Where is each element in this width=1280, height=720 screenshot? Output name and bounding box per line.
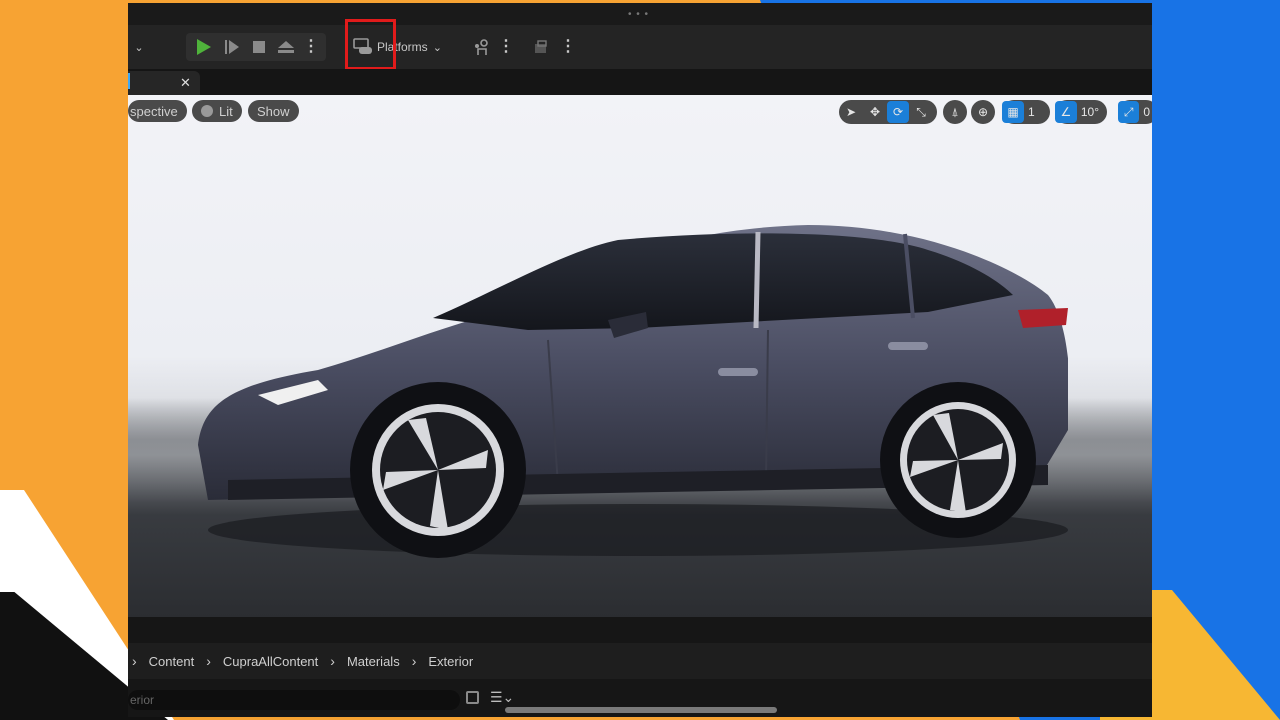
chevron-right-icon: › [411, 653, 417, 669]
breadcrumb-materials[interactable]: Materials [347, 654, 400, 669]
content-browser: › Content › CupraAllContent › Materials … [128, 617, 1152, 717]
grid-icon: ▦ [1007, 105, 1019, 119]
show-dropdown[interactable]: Show [248, 100, 299, 122]
grid-snap-value: 1 [1028, 105, 1035, 119]
more-options-icon: ⋮ [303, 38, 319, 55]
lit-mode-dropdown[interactable]: Lit [192, 100, 242, 122]
unreal-editor-window: • • • ⌄ ⋮ Platforms ⌄ ⋮ ⋮ ✕ spective Lit… [128, 3, 1152, 717]
breadcrumb-exterior[interactable]: Exterior [428, 654, 473, 669]
camera-speed-control[interactable]: ⤢ 0 [1118, 100, 1152, 124]
rotate-icon: ⟳ [892, 105, 904, 119]
mode-dropdown[interactable]: ⌄ [128, 35, 150, 59]
world-icon: ⊕ [977, 105, 989, 119]
breadcrumb-content[interactable]: Content [149, 654, 195, 669]
stop-icon [253, 41, 265, 53]
more-options-icon: ⋮ [498, 38, 514, 55]
angle-icon: ∠ [1060, 105, 1072, 119]
transform-tools-group: ➤ ✥ ⟳ ⤡ [839, 100, 937, 124]
main-toolbar: ⌄ ⋮ Platforms ⌄ ⋮ ⋮ [128, 25, 1152, 69]
scale-icon: ⤡ [916, 104, 926, 119]
search-input[interactable]: erior [128, 690, 460, 710]
world-local-toggle[interactable]: ⊕ [971, 100, 995, 124]
play-button[interactable] [192, 35, 216, 59]
drag-handle-icon[interactable]: • • • [628, 9, 649, 20]
chevron-down-icon: ⌄ [432, 41, 442, 54]
lit-label: Lit [219, 103, 233, 119]
scale-tool-button[interactable]: ⤡ [909, 100, 933, 124]
source-control-button[interactable] [531, 35, 551, 59]
settings-button[interactable] [471, 35, 493, 59]
show-label: Show [257, 103, 290, 119]
translate-tool-button[interactable]: ✥ [863, 100, 887, 124]
select-icon: ➤ [845, 105, 857, 119]
source-control-options-button[interactable]: ⋮ [560, 35, 576, 59]
rotation-snap-value: 10° [1080, 105, 1099, 119]
platforms-highlight-box [345, 19, 396, 70]
advance-frame-button[interactable] [220, 35, 244, 59]
camera-speed-icon: ⤢ [1123, 104, 1134, 119]
surface-snap-icon: ⍋ [951, 104, 959, 119]
select-tool-button[interactable]: ➤ [839, 100, 863, 124]
surface-snap-button[interactable]: ⍋ [943, 100, 967, 124]
source-control-icon [535, 40, 547, 53]
document-tab-bar: ✕ [128, 69, 1152, 95]
chevron-right-icon: › [206, 653, 211, 669]
settings-icon [475, 39, 488, 55]
play-icon [197, 39, 211, 55]
skip-icon [225, 40, 227, 54]
play-options-button[interactable]: ⋮ [303, 35, 319, 59]
perspective-dropdown[interactable]: spective [128, 100, 187, 122]
perspective-label: spective [130, 103, 178, 119]
more-options-icon: ⋮ [560, 38, 576, 55]
lit-icon [201, 105, 213, 117]
eject-button[interactable] [274, 35, 298, 59]
car-model [198, 225, 1068, 558]
level-tab[interactable]: ✕ [128, 71, 200, 95]
title-bar: • • • [128, 3, 1152, 25]
horizontal-scrollbar[interactable] [505, 707, 777, 713]
close-icon[interactable]: ✕ [180, 75, 191, 91]
chevron-right-icon: › [132, 653, 137, 669]
breadcrumb: › Content › CupraAllContent › Materials … [128, 643, 1152, 679]
breadcrumb-cupraallcontent[interactable]: CupraAllContent [223, 654, 318, 669]
translate-icon: ✥ [869, 105, 881, 119]
rotation-snap-control[interactable]: ∠ 10° [1055, 100, 1107, 124]
chevron-right-icon: › [330, 653, 335, 669]
level-viewport[interactable]: spective Lit Show ➤ ✥ ⟳ ⤡ ⍋ ⊕ ▦ 1 ∠ 10° [128, 95, 1152, 617]
filter-icon[interactable]: ☰⌄ [490, 689, 514, 706]
eject-icon [278, 41, 294, 53]
rotate-tool-button[interactable]: ⟳ [887, 101, 909, 123]
grid-snap-control[interactable]: ▦ 1 [1002, 100, 1050, 124]
stop-button[interactable] [248, 35, 270, 59]
chevron-down-icon: ⌄ [134, 41, 144, 54]
camera-speed-value: 0 [1143, 105, 1150, 119]
settings-options-button[interactable]: ⋮ [498, 35, 514, 59]
save-icon[interactable] [466, 691, 479, 704]
